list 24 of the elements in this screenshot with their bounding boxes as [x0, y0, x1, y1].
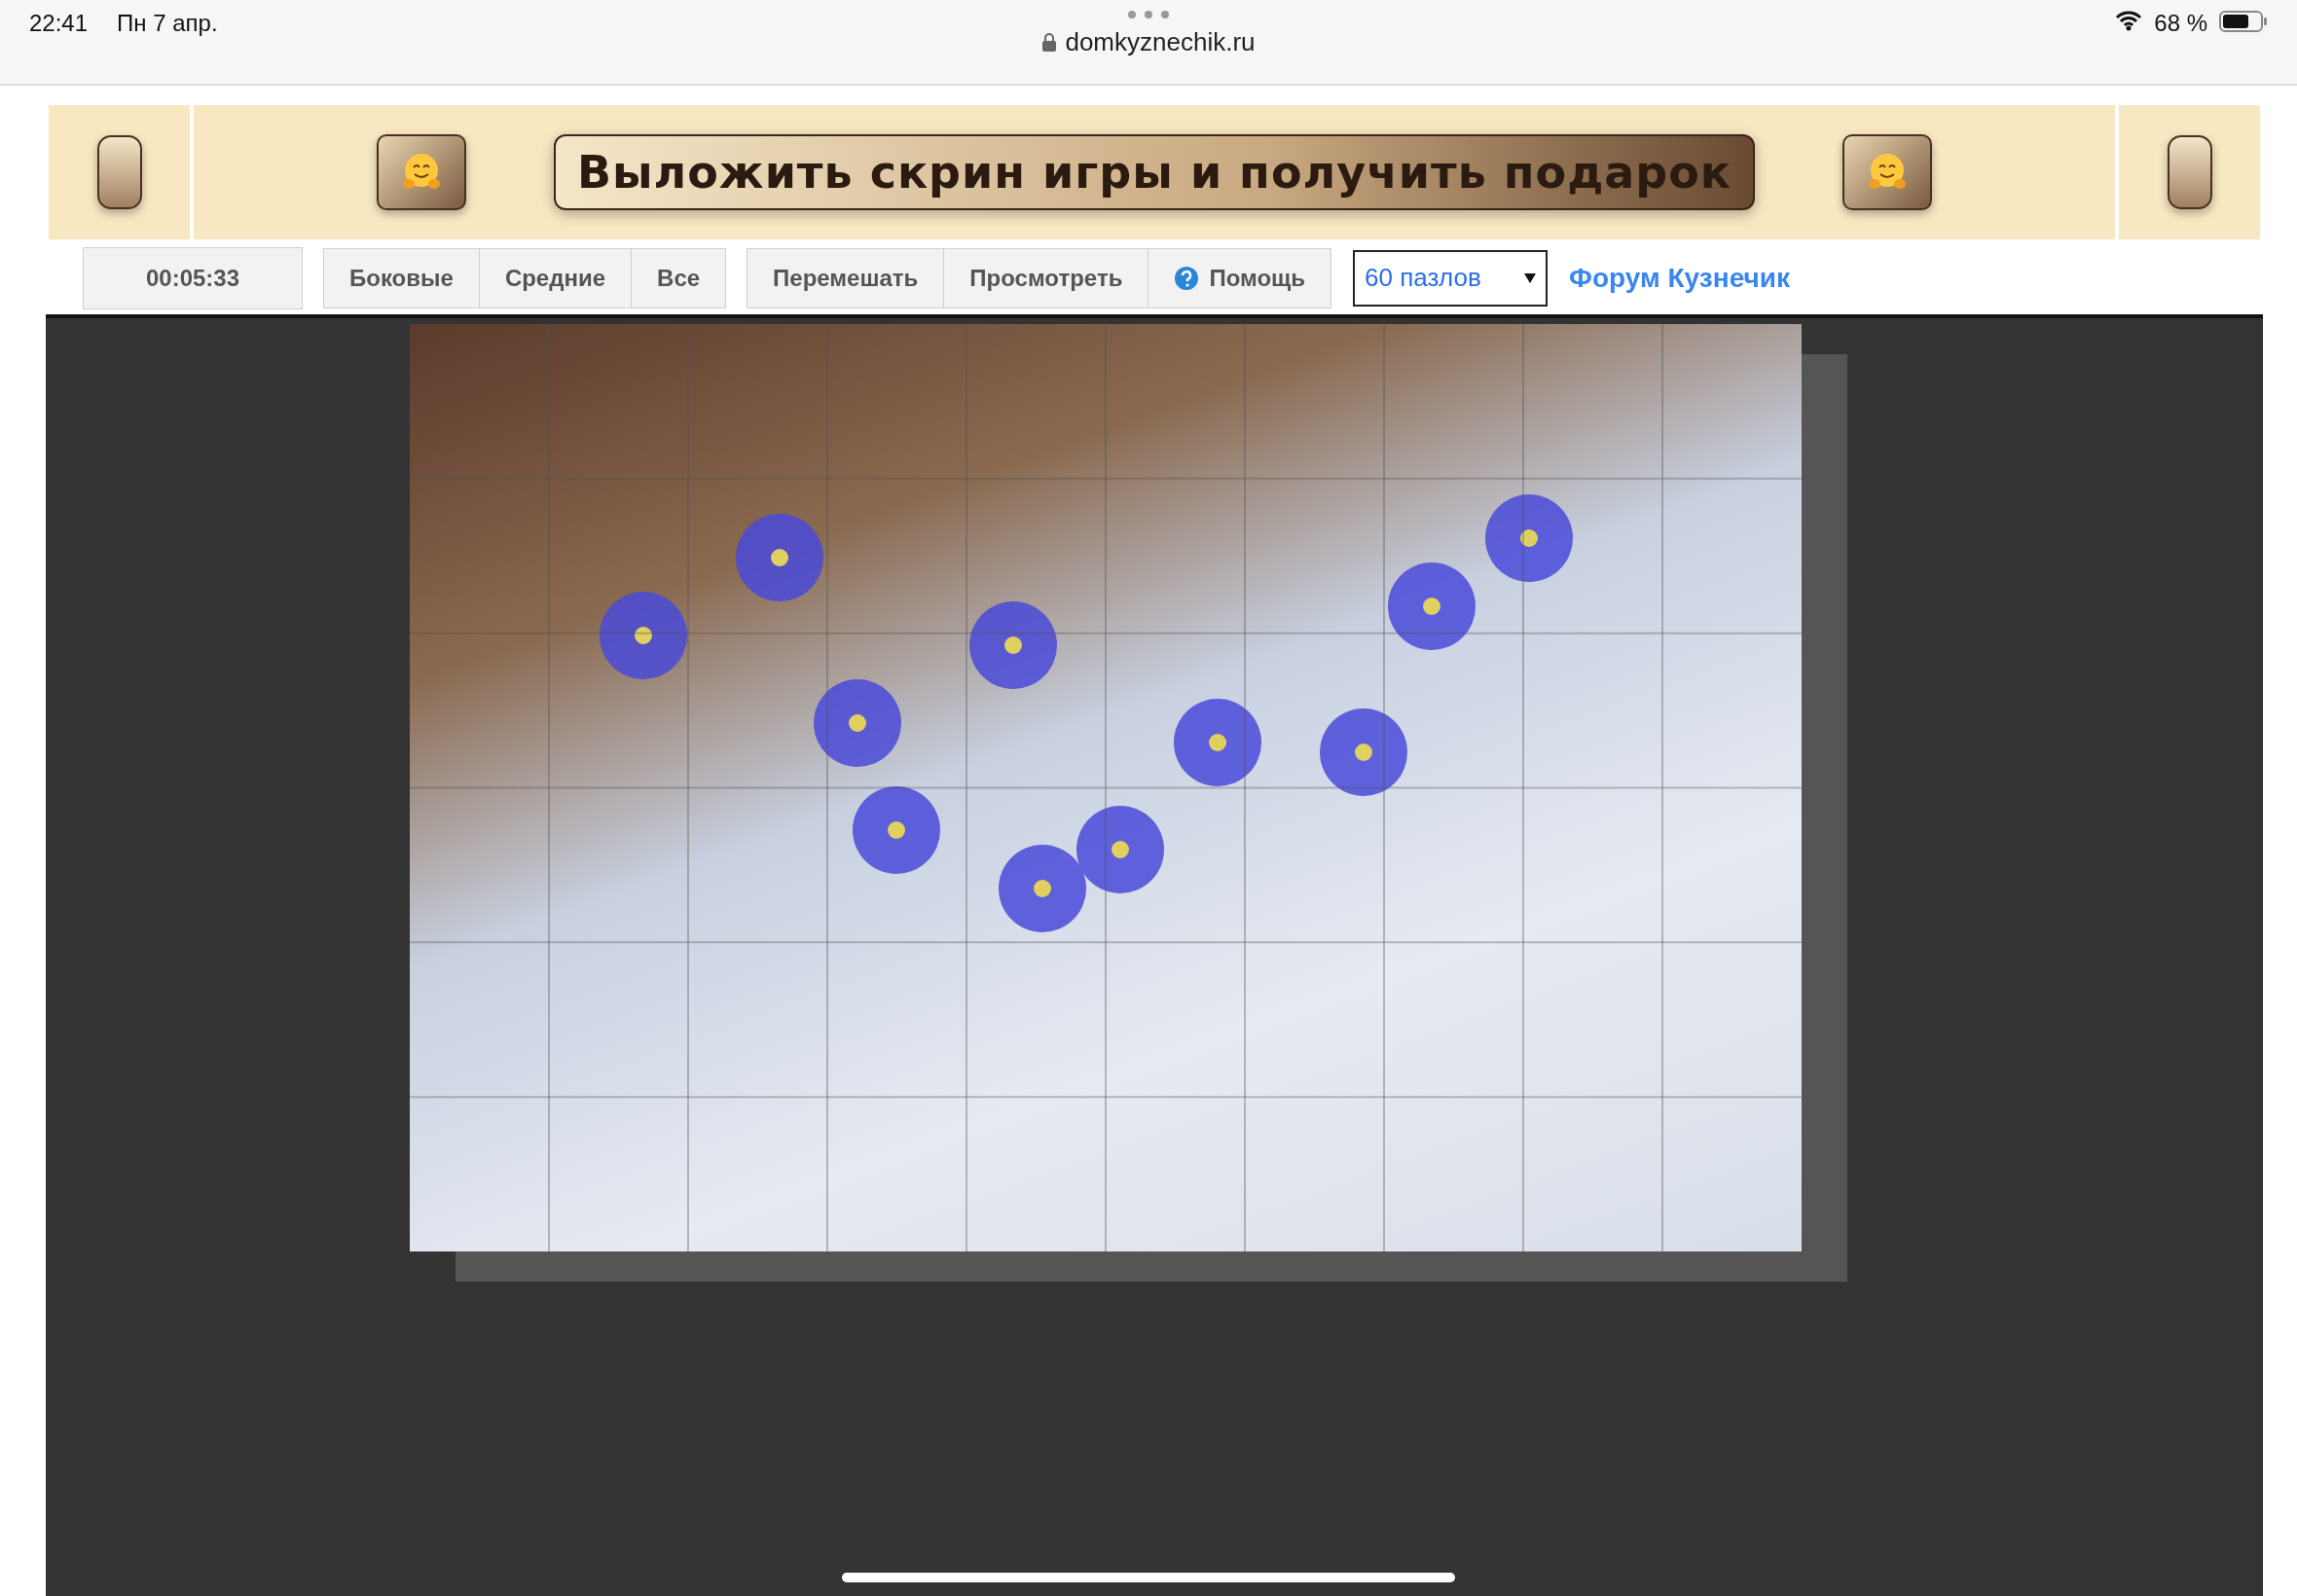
filter-button[interactable]: Средние: [478, 247, 633, 308]
date-text: Пн 7 апр.: [117, 10, 218, 37]
lock-icon: [1041, 32, 1058, 53]
side-handle[interactable]: [2167, 135, 2212, 209]
elapsed-time: 00:05:33: [83, 246, 303, 309]
battery-icon: [2219, 10, 2268, 33]
url-text[interactable]: domkyznechik.ru: [1065, 27, 1256, 57]
clock-time: 22:41: [29, 10, 89, 37]
forum-link[interactable]: Форум Кузнечик: [1569, 262, 1790, 294]
help-button[interactable]: Помощь: [1148, 247, 1332, 308]
dropdown-caret-icon: [1524, 272, 1537, 283]
emoji-button[interactable]: [1842, 134, 1933, 210]
action-button[interactable]: Просмотреть: [943, 247, 1149, 308]
wifi-icon: [2115, 10, 2143, 31]
filter-button[interactable]: Боковые: [323, 247, 480, 308]
side-handle[interactable]: [96, 135, 142, 209]
filter-button[interactable]: Все: [631, 247, 727, 308]
more-dots-icon: [1127, 10, 1170, 19]
battery-percent: 68 %: [2154, 10, 2207, 37]
emoji-button[interactable]: [376, 134, 466, 210]
banner-button[interactable]: Выложить скрин игры и получить подарок: [553, 134, 1756, 210]
action-button[interactable]: Перемешать: [747, 247, 945, 308]
help-icon: [1174, 265, 1200, 291]
piece-count-select[interactable]: 60 пазлов: [1353, 249, 1549, 307]
